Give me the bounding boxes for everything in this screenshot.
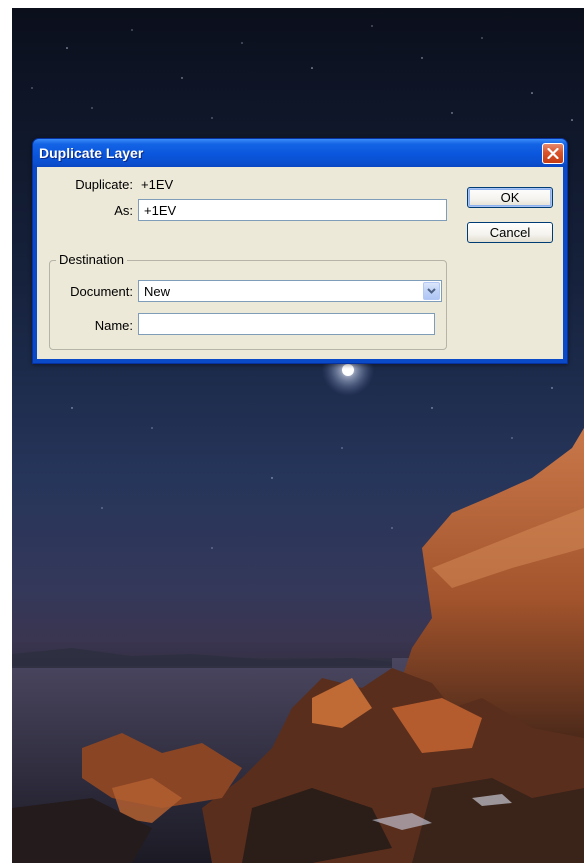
document-label: Document:	[70, 284, 133, 299]
name-input[interactable]	[138, 313, 435, 335]
as-input[interactable]: +1EV	[138, 199, 447, 221]
document-select[interactable]: New	[138, 280, 442, 302]
chevron-down-icon	[427, 288, 436, 294]
duplicate-label: Duplicate:	[75, 177, 133, 192]
dialog-title: Duplicate Layer	[39, 145, 144, 161]
as-label: As:	[114, 203, 133, 218]
background-photo	[12, 8, 584, 863]
dialog-body: Duplicate: +1EV As: +1EV Destination Doc…	[37, 167, 563, 359]
duplicate-layer-dialog: Duplicate Layer Duplicate: +1EV As: +1EV…	[32, 138, 568, 364]
close-button[interactable]	[542, 143, 564, 164]
name-label: Name:	[94, 318, 133, 333]
ok-button[interactable]: OK	[467, 187, 553, 208]
destination-group: Destination	[49, 252, 447, 350]
close-icon	[547, 148, 559, 159]
cancel-button[interactable]: Cancel	[467, 222, 553, 243]
dialog-titlebar[interactable]: Duplicate Layer	[33, 139, 567, 167]
destination-legend: Destination	[56, 252, 128, 267]
document-select-value: New	[144, 284, 171, 299]
duplicate-value: +1EV	[141, 177, 174, 192]
document-dropdown-button[interactable]	[423, 282, 440, 300]
night-seascape-image	[12, 25, 584, 863]
